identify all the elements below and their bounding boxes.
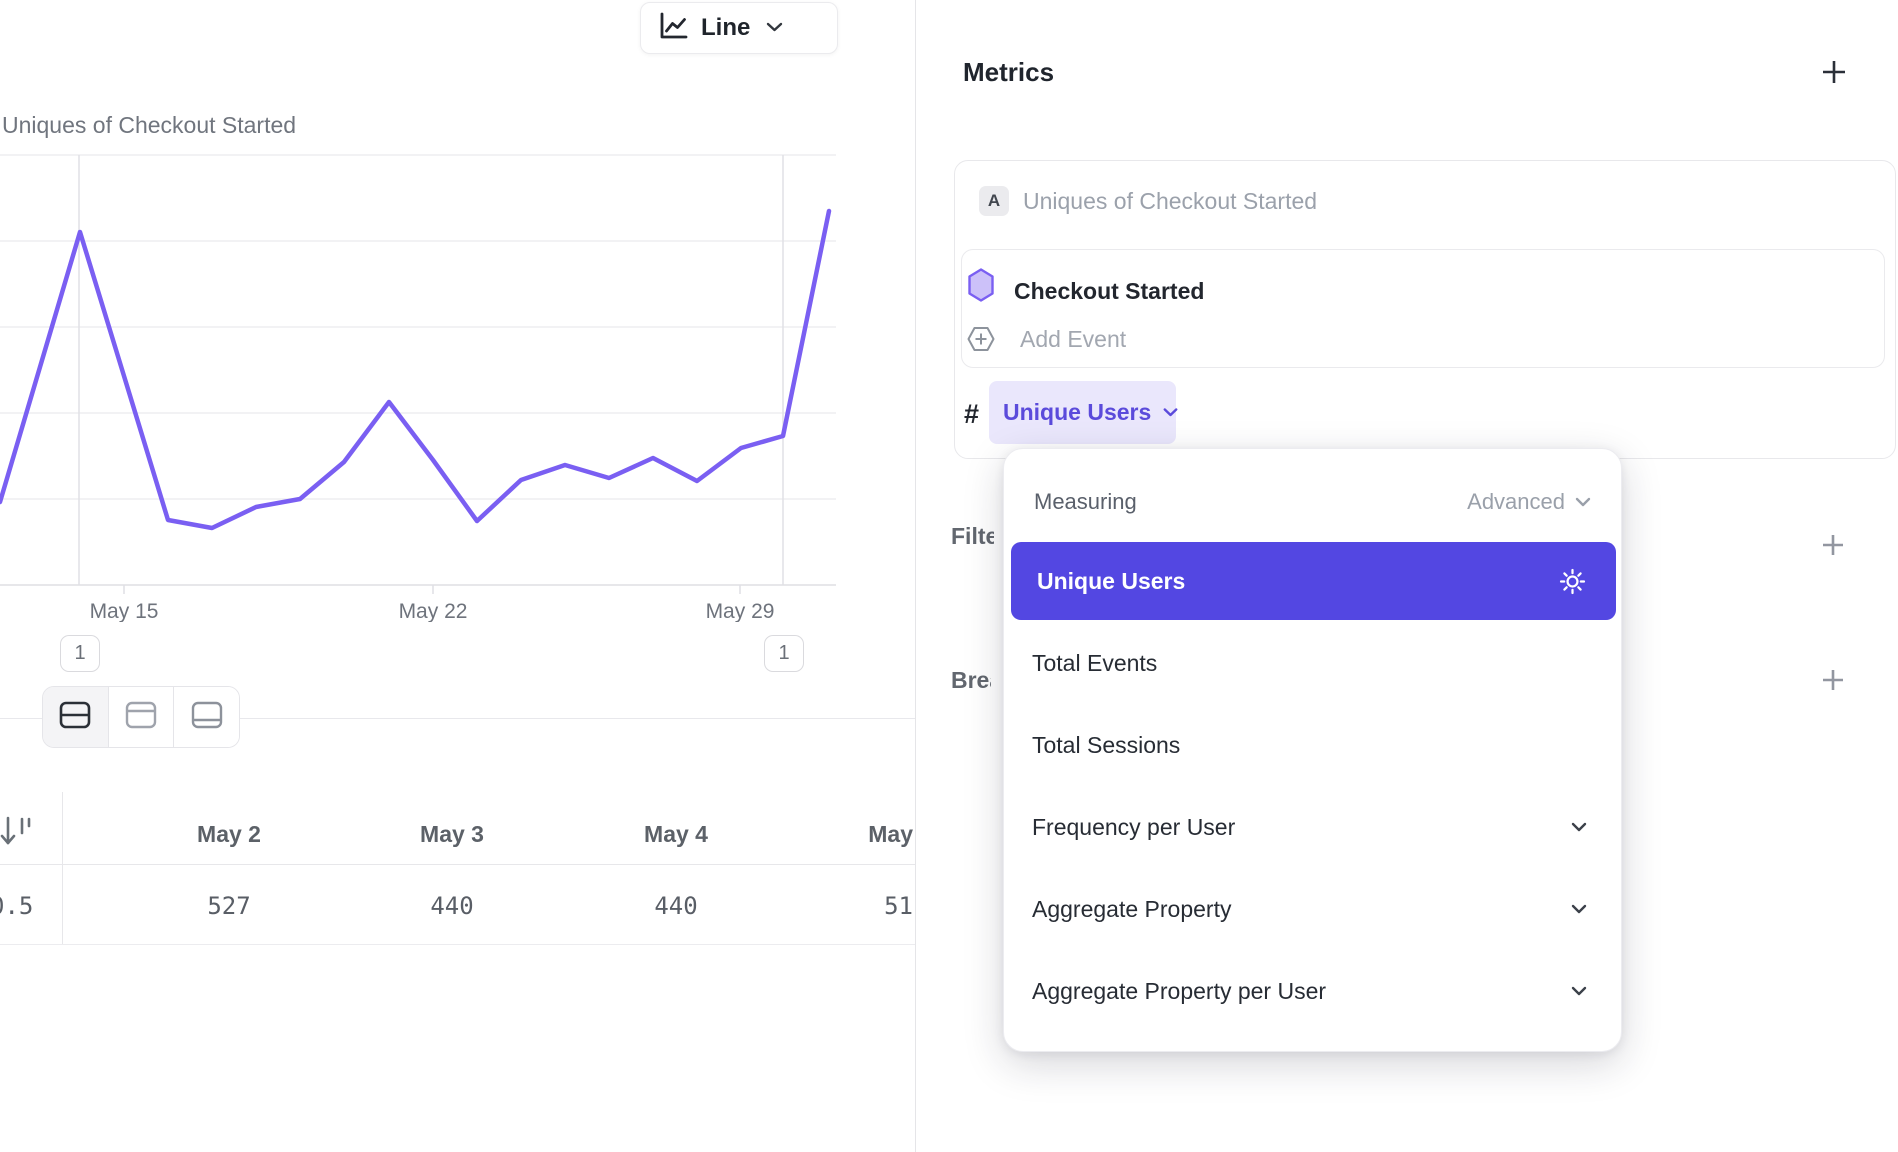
menu-item-label: Total Events: [1032, 650, 1587, 677]
selected-option-label: Unique Users: [1037, 568, 1559, 595]
table-header-divider: [0, 864, 915, 865]
menu-item-total-sessions[interactable]: Total Sessions: [1004, 705, 1621, 785]
top-bar-icon: [124, 700, 158, 735]
menu-item-label: Aggregate Property per User: [1032, 978, 1571, 1005]
table-column-header[interactable]: May 2: [129, 821, 329, 849]
layout-toggle: [42, 686, 240, 748]
chevron-down-icon: [1575, 497, 1591, 507]
chevron-down-icon: [1571, 904, 1587, 914]
measure-symbol: #: [964, 399, 979, 430]
advanced-mode-label: Advanced: [1467, 489, 1565, 515]
x-axis: [0, 585, 836, 594]
plus-icon: [1820, 546, 1846, 561]
plus-icon: [1820, 74, 1848, 89]
advanced-mode-dropdown[interactable]: Advanced: [1467, 489, 1591, 515]
menu-item-aggregate-property[interactable]: Aggregate Property: [1004, 869, 1621, 949]
table-cell: 527: [129, 892, 329, 922]
event-card: Checkout Started Add Event: [961, 249, 1885, 368]
layout-table-only-button[interactable]: [173, 687, 239, 747]
annotation-badge[interactable]: 1: [764, 635, 804, 672]
chart-title: Uniques of Checkout Started: [2, 112, 296, 139]
layout-split-button[interactable]: [43, 687, 108, 747]
popup-header: Measuring: [1034, 489, 1137, 515]
bottom-bar-icon: [190, 700, 224, 735]
chart-type-button[interactable]: Line: [640, 2, 838, 54]
table-cell: 440: [576, 892, 776, 922]
gridlines: [0, 155, 836, 499]
add-event-button[interactable]: Add Event: [967, 324, 1889, 358]
add-metric-button[interactable]: [1820, 58, 1848, 86]
table-row-label: 0.5: [0, 892, 50, 922]
layout-chart-only-button[interactable]: [108, 687, 174, 747]
chevron-down-icon: [766, 19, 783, 37]
menu-item-aggregate-property-per-user[interactable]: Aggregate Property per User: [1004, 951, 1621, 1031]
menu-item-label: Frequency per User: [1032, 814, 1571, 841]
event-row[interactable]: Checkout Started: [962, 262, 1884, 314]
chevron-down-icon: [1571, 986, 1587, 996]
sort-descending-icon: [0, 837, 38, 854]
analytics-app: Line Uniques of Checkout Started May 15 …: [0, 0, 1898, 1152]
x-tick-label: May 22: [399, 600, 468, 622]
table-column-divider: [62, 792, 63, 944]
annotation-badge[interactable]: 1: [60, 635, 100, 672]
chevron-down-icon: [1571, 822, 1587, 832]
table-column-header[interactable]: May: [820, 821, 913, 849]
metric-card[interactable]: A Uniques of Checkout Started Checkout S…: [954, 160, 1896, 459]
table-cell: 51: [820, 892, 913, 922]
split-rows-icon: [58, 700, 92, 735]
chart-type-label: Line: [701, 14, 750, 42]
add-breakdown-button[interactable]: [1820, 667, 1846, 693]
filters-section-title: Filters: [951, 523, 994, 550]
menu-item-unique-users-selected[interactable]: Unique Users: [1011, 542, 1616, 620]
menu-item-label: Total Sessions: [1032, 732, 1587, 759]
hexagon-event-icon: [968, 268, 994, 307]
measuring-popup: Measuring Advanced Unique Users Total Ev…: [1003, 448, 1622, 1052]
metric-letter-badge: A: [979, 186, 1009, 216]
panel-divider: [915, 0, 916, 1152]
x-tick-labels: May 15 May 22 May 29: [90, 600, 775, 622]
metrics-section-title: Metrics: [963, 57, 1054, 88]
annotation-lines: [79, 155, 783, 585]
add-event-label: Add Event: [1020, 326, 1126, 353]
table-column-header[interactable]: May 4: [576, 821, 776, 849]
event-name: Checkout Started: [1014, 278, 1204, 305]
menu-item-label: Aggregate Property: [1032, 896, 1571, 923]
table-bottom-border: [0, 944, 915, 945]
x-tick-label: May 15: [90, 600, 159, 622]
x-tick-label: May 29: [706, 600, 775, 622]
line-chart: May 15 May 22 May 29: [0, 150, 915, 622]
table-cell: 440: [352, 892, 552, 922]
chart-line: [0, 211, 829, 528]
line-chart-icon: [657, 10, 689, 47]
measure-chip-label: Unique Users: [1003, 399, 1151, 426]
gear-icon[interactable]: [1559, 568, 1586, 595]
plus-icon: [1820, 681, 1846, 696]
measure-chip[interactable]: Unique Users: [989, 381, 1176, 444]
metric-label: Uniques of Checkout Started: [1023, 188, 1317, 215]
hexagon-plus-icon: [967, 325, 995, 358]
sort-button[interactable]: [0, 814, 38, 850]
menu-item-total-events[interactable]: Total Events: [1004, 623, 1621, 703]
table-column-header[interactable]: May 3: [352, 821, 552, 849]
chevron-down-icon: [1163, 408, 1178, 417]
breakdowns-section-title: Breakdowns: [951, 667, 991, 694]
menu-item-frequency-per-user[interactable]: Frequency per User: [1004, 787, 1621, 867]
add-filter-button[interactable]: [1820, 532, 1846, 558]
